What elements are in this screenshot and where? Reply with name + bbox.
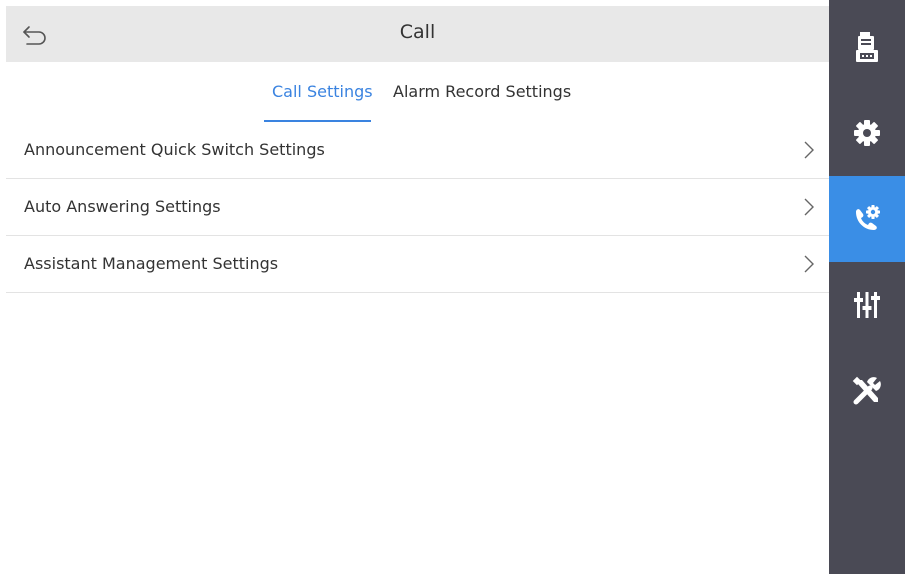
list-item-label: Announcement Quick Switch Settings: [24, 140, 325, 159]
sidebar-item-settings[interactable]: [829, 90, 905, 176]
gear-icon: [854, 120, 880, 146]
sidebar-item-device[interactable]: [829, 4, 905, 90]
list-item-label: Assistant Management Settings: [24, 254, 279, 273]
list-item-announcement-quick-switch[interactable]: Announcement Quick Switch Settings: [6, 122, 829, 179]
call-settings-icon: [856, 205, 880, 230]
chevron-right-icon: [804, 255, 814, 273]
chevron-right-icon: [804, 198, 814, 216]
settings-list: Announcement Quick Switch Settings Auto …: [6, 122, 829, 293]
list-item-auto-answering[interactable]: Auto Answering Settings: [6, 179, 829, 236]
main-panel: Call Call Settings Alarm Record Settings…: [6, 6, 829, 574]
tools-icon: [852, 376, 881, 405]
page-title: Call: [399, 21, 436, 43]
sliders-icon: [854, 292, 880, 318]
chevron-right-icon: [804, 141, 814, 159]
sidebar-item-adjust[interactable]: [829, 262, 905, 348]
sidebar: [829, 0, 905, 574]
intercom-device-icon: [856, 32, 878, 62]
sidebar-item-call[interactable]: [829, 176, 905, 262]
tab-alarm-record-settings[interactable]: Alarm Record Settings: [393, 76, 571, 108]
tab-call-settings[interactable]: Call Settings: [272, 76, 373, 108]
list-item-label: Auto Answering Settings: [24, 197, 221, 216]
list-item-assistant-management[interactable]: Assistant Management Settings: [6, 236, 829, 293]
tab-bar: Call Settings Alarm Record Settings: [6, 62, 829, 122]
sidebar-item-maintenance[interactable]: [829, 348, 905, 434]
header-bar: Call: [6, 6, 829, 62]
